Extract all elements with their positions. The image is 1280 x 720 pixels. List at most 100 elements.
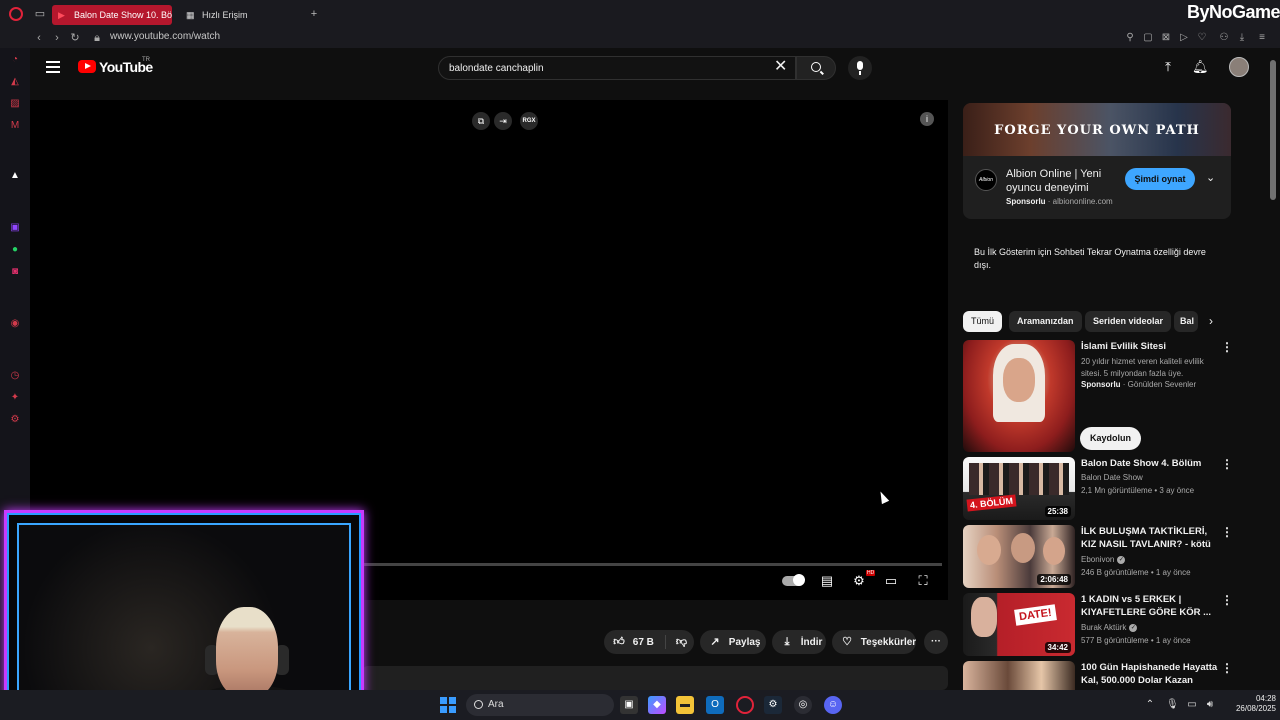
back-icon[interactable]: ‹ (32, 30, 46, 46)
kebab-menu-icon[interactable]: ⋮ (1221, 593, 1233, 607)
clock-icon[interactable]: ◷ (9, 370, 21, 382)
tray-overflow-icon[interactable]: ⌃ (1144, 698, 1156, 712)
subtitles-icon[interactable]: ▤ (818, 572, 836, 590)
obs-icon[interactable]: ◎ (794, 696, 812, 714)
windows-start-icon[interactable] (440, 697, 456, 713)
pip-icon[interactable]: ⧉ (472, 112, 490, 130)
voice-search-icon[interactable] (848, 56, 872, 80)
rgx-button[interactable]: RGX (520, 112, 538, 130)
rec-channel[interactable]: Balon Date Show (1081, 473, 1143, 482)
chip-series-videos[interactable]: Seriden videolar (1085, 311, 1172, 332)
chevron-right-icon[interactable]: › (1209, 314, 1213, 328)
rec-title[interactable]: İLK BULUŞMA TAKTİKLERİ, KIZ NASIL TAVLAN… (1081, 525, 1221, 552)
avatar[interactable] (1229, 57, 1249, 77)
upload-icon[interactable]: ⤒ (1160, 59, 1176, 75)
file-explorer-icon[interactable]: ▬ (676, 696, 694, 714)
kebab-menu-icon[interactable]: ⋮ (1221, 340, 1233, 354)
opera-logo-icon[interactable] (9, 7, 23, 21)
kebab-menu-icon[interactable]: ⋮ (1221, 457, 1233, 471)
theater-mode-icon[interactable]: ▭ (882, 572, 900, 590)
rec-title[interactable]: 1 KADIN vs 5 ERKEK | KIYAFETLERE GÖRE KÖ… (1081, 593, 1221, 619)
video-thumbnail[interactable]: DATE! 34:42 (963, 593, 1075, 656)
download-icon[interactable]: ⤓ (1236, 31, 1248, 45)
fullscreen-icon[interactable]: ⛶ (914, 572, 932, 590)
microphone-icon[interactable]: 🎙︎ (1166, 698, 1179, 712)
extensions-icon[interactable]: ✦ (9, 392, 21, 404)
autoplay-toggle[interactable] (782, 574, 805, 586)
player-sidebar-icon[interactable]: ◉ (9, 318, 21, 330)
share-button[interactable]: ↗ Paylaş (700, 630, 766, 654)
steam-icon[interactable]: ⚙ (764, 696, 782, 714)
tab-balon-date-show[interactable]: ▶ Balon Date Show 10. Bölü (52, 5, 172, 25)
video-thumbnail[interactable]: 4. BÖLÜM 25:38 (963, 457, 1075, 520)
heart-icon[interactable]: ♡ (1196, 31, 1208, 45)
shopping-icon[interactable]: ◭ (9, 76, 21, 88)
hamburger-menu-icon[interactable] (46, 61, 60, 73)
player-icon[interactable]: ▷ (1178, 31, 1190, 45)
rec-title[interactable]: İslami Evlilik Sitesi (1081, 340, 1221, 353)
copilot-icon[interactable]: ◆ (648, 696, 666, 714)
display-icon[interactable]: ▭ (1186, 698, 1198, 712)
system-clock[interactable]: 04:28 26/08/2025 (1222, 694, 1276, 714)
kebab-menu-icon[interactable]: ⋮ (1221, 525, 1233, 539)
sign-up-button[interactable]: Kaydolun (1080, 427, 1141, 450)
messenger-icon[interactable]: ▨ (9, 98, 21, 110)
search-button[interactable] (796, 56, 836, 80)
vpn-icon[interactable]: ⊠ (1160, 31, 1172, 45)
task-view-icon[interactable]: ▣ (620, 696, 638, 714)
rec-title[interactable]: 100 Gün Hapishanede Hayatta Kal, 500.000… (1081, 661, 1221, 687)
aria-icon[interactable]: ▲ (9, 170, 21, 182)
play-now-button[interactable]: Şimdi oynat (1125, 168, 1195, 190)
list-item[interactable]: DATE! 34:42 1 KADIN vs 5 ERKEK | KIYAFET… (963, 593, 1243, 656)
rec-title[interactable]: Balon Date Show 4. Bölüm (1081, 457, 1221, 470)
rec-channel[interactable]: Ebonivon ✓ (1081, 555, 1126, 564)
menu-icon[interactable]: ≡ (1256, 31, 1268, 45)
whatsapp-icon[interactable]: ● (9, 244, 21, 256)
clear-search-icon[interactable]: ✕ (774, 58, 787, 76)
settings-icon[interactable]: ⚙ (9, 414, 21, 426)
description-box[interactable] (362, 666, 948, 690)
twitch-icon[interactable]: ▣ (9, 222, 21, 234)
volume-icon[interactable]: 🔊︎ (1204, 698, 1216, 712)
chip-from-search[interactable]: Aramanızdan (1009, 311, 1082, 332)
video-thumbnail[interactable] (963, 661, 1075, 690)
forward-icon[interactable]: › (50, 30, 64, 46)
outlook-icon[interactable]: O (706, 696, 724, 714)
info-icon[interactable]: i (920, 112, 934, 126)
tab-speed-dial[interactable]: ▦ Hızlı Erişim (180, 5, 300, 25)
ad-banner-image[interactable]: FORGE YOUR OWN PATH (963, 103, 1231, 156)
youtube-logo-icon[interactable] (78, 60, 96, 73)
download-button[interactable]: ⤓ İndir (772, 630, 826, 654)
new-tab-button[interactable]: + (306, 6, 322, 22)
sponsored-thumbnail[interactable] (963, 340, 1075, 452)
discord-icon[interactable]: ☺ (824, 696, 842, 714)
url-field[interactable]: www.youtube.com/watch (110, 31, 220, 42)
progress-bar[interactable] (360, 563, 942, 566)
tab-islands-icon[interactable]: ▭ (32, 6, 48, 22)
snapshot-icon[interactable]: ▢ (1142, 31, 1154, 45)
thumbs-down-icon[interactable]: 👎︎ (674, 630, 688, 654)
page-scrollbar[interactable] (1270, 60, 1276, 200)
opera-gx-taskbar-icon[interactable] (736, 696, 754, 714)
rec-channel[interactable]: Burak Aktürk ✓ (1081, 623, 1138, 632)
kebab-menu-icon[interactable]: ⋮ (1221, 661, 1233, 675)
chip-all[interactable]: Tümü (963, 311, 1003, 332)
instagram-icon[interactable]: ◙ (9, 266, 21, 278)
taskbar-search[interactable]: Ara (466, 694, 614, 716)
ad-card[interactable]: FORGE YOUR OWN PATH Albion Albion Online… (963, 103, 1231, 219)
account-icon[interactable]: ⚇ (1218, 31, 1230, 45)
list-item[interactable]: 4. BÖLÜM 25:38 Balon Date Show 4. Bölüm … (963, 457, 1243, 520)
pin-icon[interactable]: ⚲ (1124, 31, 1136, 45)
thanks-button[interactable]: ♡ Teşekkürler (832, 630, 916, 654)
chevron-down-icon[interactable]: ⌄ (1206, 171, 1215, 184)
video-thumbnail[interactable]: 2:06:48 (963, 525, 1075, 588)
chip-balon[interactable]: Bal (1174, 311, 1198, 332)
ad-title[interactable]: Albion Online | Yeni oyuncu deneyimi (1006, 167, 1122, 195)
list-item[interactable]: 2:06:48 İLK BULUŞMA TAKTİKLERİ, KIZ NASI… (963, 525, 1243, 588)
more-actions-button[interactable]: ··· (924, 630, 948, 654)
sponsored-recommendation[interactable]: İslami Evlilik Sitesi 20 yıldır hizmet v… (963, 340, 1243, 452)
mail-icon[interactable]: M (9, 120, 21, 132)
history-icon[interactable]: ◔ (9, 54, 21, 66)
list-item[interactable]: 100 Gün Hapishanede Hayatta Kal, 500.000… (963, 661, 1243, 690)
popout-icon[interactable]: ⇥ (494, 112, 512, 130)
